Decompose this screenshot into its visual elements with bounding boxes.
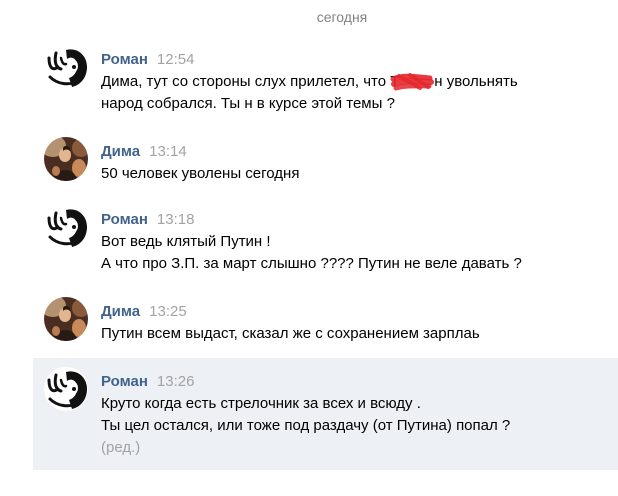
dima-avatar-icon[interactable] xyxy=(44,297,88,341)
date-divider: сегодня xyxy=(316,9,368,25)
redacted-word: Т xyxy=(390,71,435,93)
message-text: Вот ведь клятый Путин ! А что про З.П. з… xyxy=(101,231,522,275)
message-line: Вот ведь клятый Путин ! xyxy=(101,233,271,250)
author-name[interactable]: Роман xyxy=(101,211,148,228)
message-text: Дима, тут со стороны слух прилетел, что … xyxy=(101,71,518,115)
message-line: Ты цел остался, или тоже под раздачу (от… xyxy=(101,417,511,434)
author-name[interactable]: Роман xyxy=(101,373,148,390)
author-name[interactable]: Роман xyxy=(101,51,148,68)
message-item[interactable]: Роман 12:54 Дима, тут со стороны слух при… xyxy=(0,45,618,115)
message-item[interactable]: Роман 13:18 Вот ведь клятый Путин ! А что… xyxy=(0,205,618,275)
message-line-segment: Дима, тут со стороны слух прилетел, что xyxy=(101,73,391,90)
roman-avatar-image xyxy=(44,367,88,411)
message-line: Круто когда есть стрелочник за всех и вс… xyxy=(101,395,421,412)
message-header: Дима 13:25 xyxy=(101,302,187,322)
message-line: А что про З.П. за март слышно ???? Путин… xyxy=(101,255,522,272)
dima-avatar-image xyxy=(44,297,88,341)
message-time: 12:54 xyxy=(156,51,195,68)
roman-avatar-image xyxy=(44,205,88,249)
author-name[interactable]: Дима xyxy=(101,143,140,160)
message-line: народ собрался. Ты н в курсе этой темы ? xyxy=(101,95,395,112)
message-time: 13:14 xyxy=(149,143,187,160)
message-time: 13:26 xyxy=(156,373,195,390)
dima-avatar-image xyxy=(44,137,88,181)
message-item[interactable]: Дима 13:25 Путин всем выдаст, сказал же с… xyxy=(0,297,618,367)
roman-avatar-icon[interactable] xyxy=(44,45,88,89)
edited-label: (ред.) xyxy=(101,439,141,456)
message-header: Дима 13:14 xyxy=(101,142,187,162)
message-line-segment: н увольнять xyxy=(434,73,518,90)
message-line: 50 человек уволены сегодня xyxy=(101,165,300,182)
message-time: 13:18 xyxy=(156,211,195,228)
message-time: 13:25 xyxy=(149,303,187,320)
message-text: 50 человек уволены сегодня xyxy=(101,163,299,185)
message-item-selected[interactable]: Роман 13:26 Круто когда есть стрелочник з… xyxy=(0,367,618,456)
dima-avatar-icon[interactable] xyxy=(44,137,88,181)
message-line: Дима, тут со стороны слух прилетел, что … xyxy=(101,71,518,93)
message-line: Путин всем выдаст, сказал же с сохранени… xyxy=(101,325,480,342)
message-header: Роман 13:26 xyxy=(101,372,194,392)
roman-avatar-image xyxy=(44,45,88,89)
author-name[interactable]: Дима xyxy=(101,303,140,320)
redaction-scribble xyxy=(390,73,435,91)
message-text: Путин всем выдаст, сказал же с сохранени… xyxy=(101,323,480,345)
message-header: Роман 13:18 xyxy=(101,210,194,230)
message-item[interactable]: Дима 13:14 50 человек уволены сегодня xyxy=(0,137,618,207)
message-header: Роман 12:54 xyxy=(101,50,194,70)
message-text: Круто когда есть стрелочник за всех и вс… xyxy=(101,393,510,459)
roman-avatar-icon[interactable] xyxy=(44,367,88,411)
roman-avatar-icon[interactable] xyxy=(44,205,88,249)
